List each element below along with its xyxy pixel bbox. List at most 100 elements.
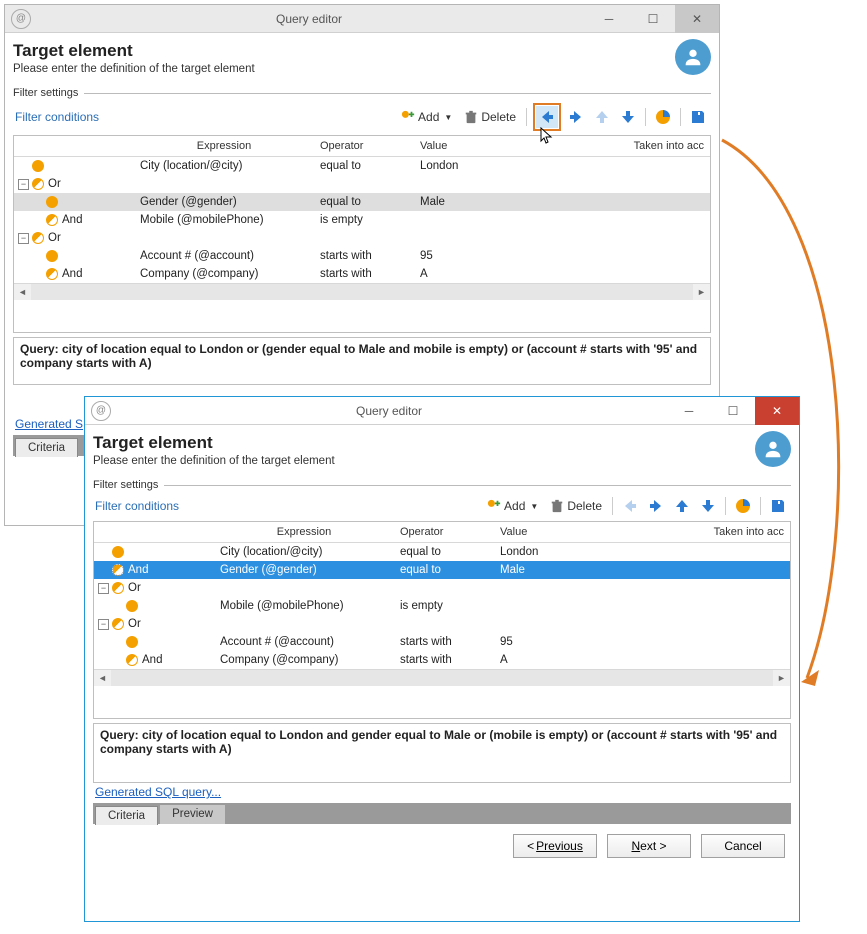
expander-icon[interactable]: − (98, 583, 109, 594)
delete-button[interactable]: Delete (546, 497, 606, 515)
condition-row[interactable]: Account # (@account)starts with95 (14, 247, 710, 265)
expression-cell: Mobile (@mobilePhone) (134, 213, 314, 227)
condition-row[interactable]: AndCompany (@company)starts withA (14, 265, 710, 283)
horizontal-scrollbar[interactable]: ◄► (94, 669, 790, 686)
condition-row[interactable]: City (location/@city)equal toLondon (14, 157, 710, 175)
move-right-button[interactable] (645, 495, 667, 517)
move-up-button[interactable] (591, 106, 613, 128)
condition-row[interactable]: −Or (94, 579, 790, 597)
value-cell: London (494, 545, 690, 559)
logical-op-label: And (62, 214, 82, 226)
expression-cell: City (location/@city) (134, 159, 314, 173)
grid-body[interactable]: City (location/@city)equal toLondonAndGe… (94, 543, 790, 669)
condition-row[interactable]: Account # (@account)starts with95 (94, 633, 790, 651)
expander-icon[interactable]: − (18, 179, 29, 190)
logical-op-label: Or (48, 232, 61, 244)
cancel-button[interactable]: Cancel (701, 834, 785, 858)
expression-cell: City (location/@city) (214, 545, 394, 559)
close-button[interactable]: ✕ (755, 397, 799, 425)
target-heading: Target element (13, 41, 675, 61)
logical-op-label: And (62, 268, 82, 280)
close-button[interactable]: ✕ (675, 5, 719, 33)
value-cell: A (414, 267, 610, 281)
value-cell (494, 587, 690, 589)
maximize-button[interactable]: ☐ (631, 5, 675, 33)
operator-cell: starts with (314, 249, 414, 263)
move-left-button[interactable] (619, 495, 641, 517)
operator-cell (314, 183, 414, 185)
value-cell: 95 (414, 249, 610, 263)
expression-cell: Account # (@account) (214, 635, 394, 649)
add-button[interactable]: Add ▼ (483, 497, 542, 515)
tree-cell (94, 599, 214, 613)
previous-button[interactable]: < Previous (513, 834, 597, 858)
condition-row[interactable]: Mobile (@mobilePhone)is empty (94, 597, 790, 615)
value-cell: A (494, 653, 690, 667)
avatar-icon (755, 431, 791, 467)
app-icon: @ (11, 9, 31, 29)
expression-cell (214, 623, 394, 625)
condition-orb-icon (32, 232, 44, 244)
tabs: Criteria Preview (93, 803, 791, 824)
horizontal-scrollbar[interactable]: ◄► (14, 283, 710, 300)
move-right-button[interactable] (565, 106, 587, 128)
add-button[interactable]: Add ▼ (397, 108, 456, 126)
condition-orb-icon (112, 582, 124, 594)
distribution-button[interactable] (652, 106, 674, 128)
condition-orb-icon (112, 618, 124, 630)
condition-row[interactable]: Gender (@gender)equal toMale (14, 193, 710, 211)
generated-sql-link[interactable]: Generated SQL query... (95, 785, 791, 799)
save-button[interactable] (687, 106, 709, 128)
tab-preview[interactable]: Preview (160, 805, 225, 824)
expander-icon[interactable]: − (98, 619, 109, 630)
tab-criteria[interactable]: Criteria (15, 438, 78, 457)
next-button[interactable]: Next > (607, 834, 691, 858)
move-down-button[interactable] (617, 106, 639, 128)
delete-button[interactable]: Delete (460, 108, 520, 126)
tree-cell: And (94, 563, 214, 577)
condition-orb-icon (46, 250, 58, 262)
expression-cell (214, 587, 394, 589)
condition-row[interactable]: −Or (14, 175, 710, 193)
value-cell (414, 219, 610, 221)
operator-cell (394, 623, 494, 625)
condition-row[interactable]: City (location/@city)equal toLondon (94, 543, 790, 561)
query-summary: Query: city of location equal to London … (13, 337, 711, 385)
minimize-button[interactable]: ─ (587, 5, 631, 33)
tree-cell (14, 195, 134, 209)
minimize-button[interactable]: ─ (667, 397, 711, 425)
avatar-icon (675, 39, 711, 75)
titlebar[interactable]: @ Query editor ─ ☐ ✕ (85, 397, 799, 425)
filter-settings-label: Filter settings (93, 479, 791, 491)
operator-cell: equal to (394, 545, 494, 559)
condition-row[interactable]: AndCompany (@company)starts withA (94, 651, 790, 669)
tree-cell: And (14, 213, 134, 227)
tree-cell: − Or (14, 231, 134, 245)
grid-body[interactable]: City (location/@city)equal toLondon − Or Ge… (14, 157, 710, 283)
target-heading: Target element (93, 433, 755, 453)
tree-cell: −Or (14, 177, 134, 191)
condition-row[interactable]: − Or (94, 615, 790, 633)
condition-row[interactable]: And Mobile (@mobilePhone)is empty (14, 211, 710, 229)
target-subtitle: Please enter the definition of the targe… (93, 455, 755, 467)
titlebar[interactable]: @ Query editor ─ ☐ ✕ (5, 5, 719, 33)
move-down-button[interactable] (697, 495, 719, 517)
operator-cell: is empty (314, 213, 414, 227)
expander-icon[interactable]: − (18, 233, 29, 244)
tree-cell: And (14, 267, 134, 281)
operator-cell: starts with (394, 635, 494, 649)
condition-row[interactable]: − Or (14, 229, 710, 247)
save-button[interactable] (767, 495, 789, 517)
expression-cell (134, 183, 314, 185)
filter-toolbar: Add ▼ Delete (483, 495, 789, 517)
maximize-button[interactable]: ☐ (711, 397, 755, 425)
move-left-button[interactable] (536, 106, 558, 128)
value-cell (494, 623, 690, 625)
logical-op-label: Or (128, 618, 141, 630)
tree-cell (14, 249, 134, 263)
distribution-button[interactable] (732, 495, 754, 517)
move-up-button[interactable] (671, 495, 693, 517)
condition-row[interactable]: AndGender (@gender)equal toMale (94, 561, 790, 579)
expression-cell (134, 237, 314, 239)
tab-criteria[interactable]: Criteria (95, 806, 158, 825)
